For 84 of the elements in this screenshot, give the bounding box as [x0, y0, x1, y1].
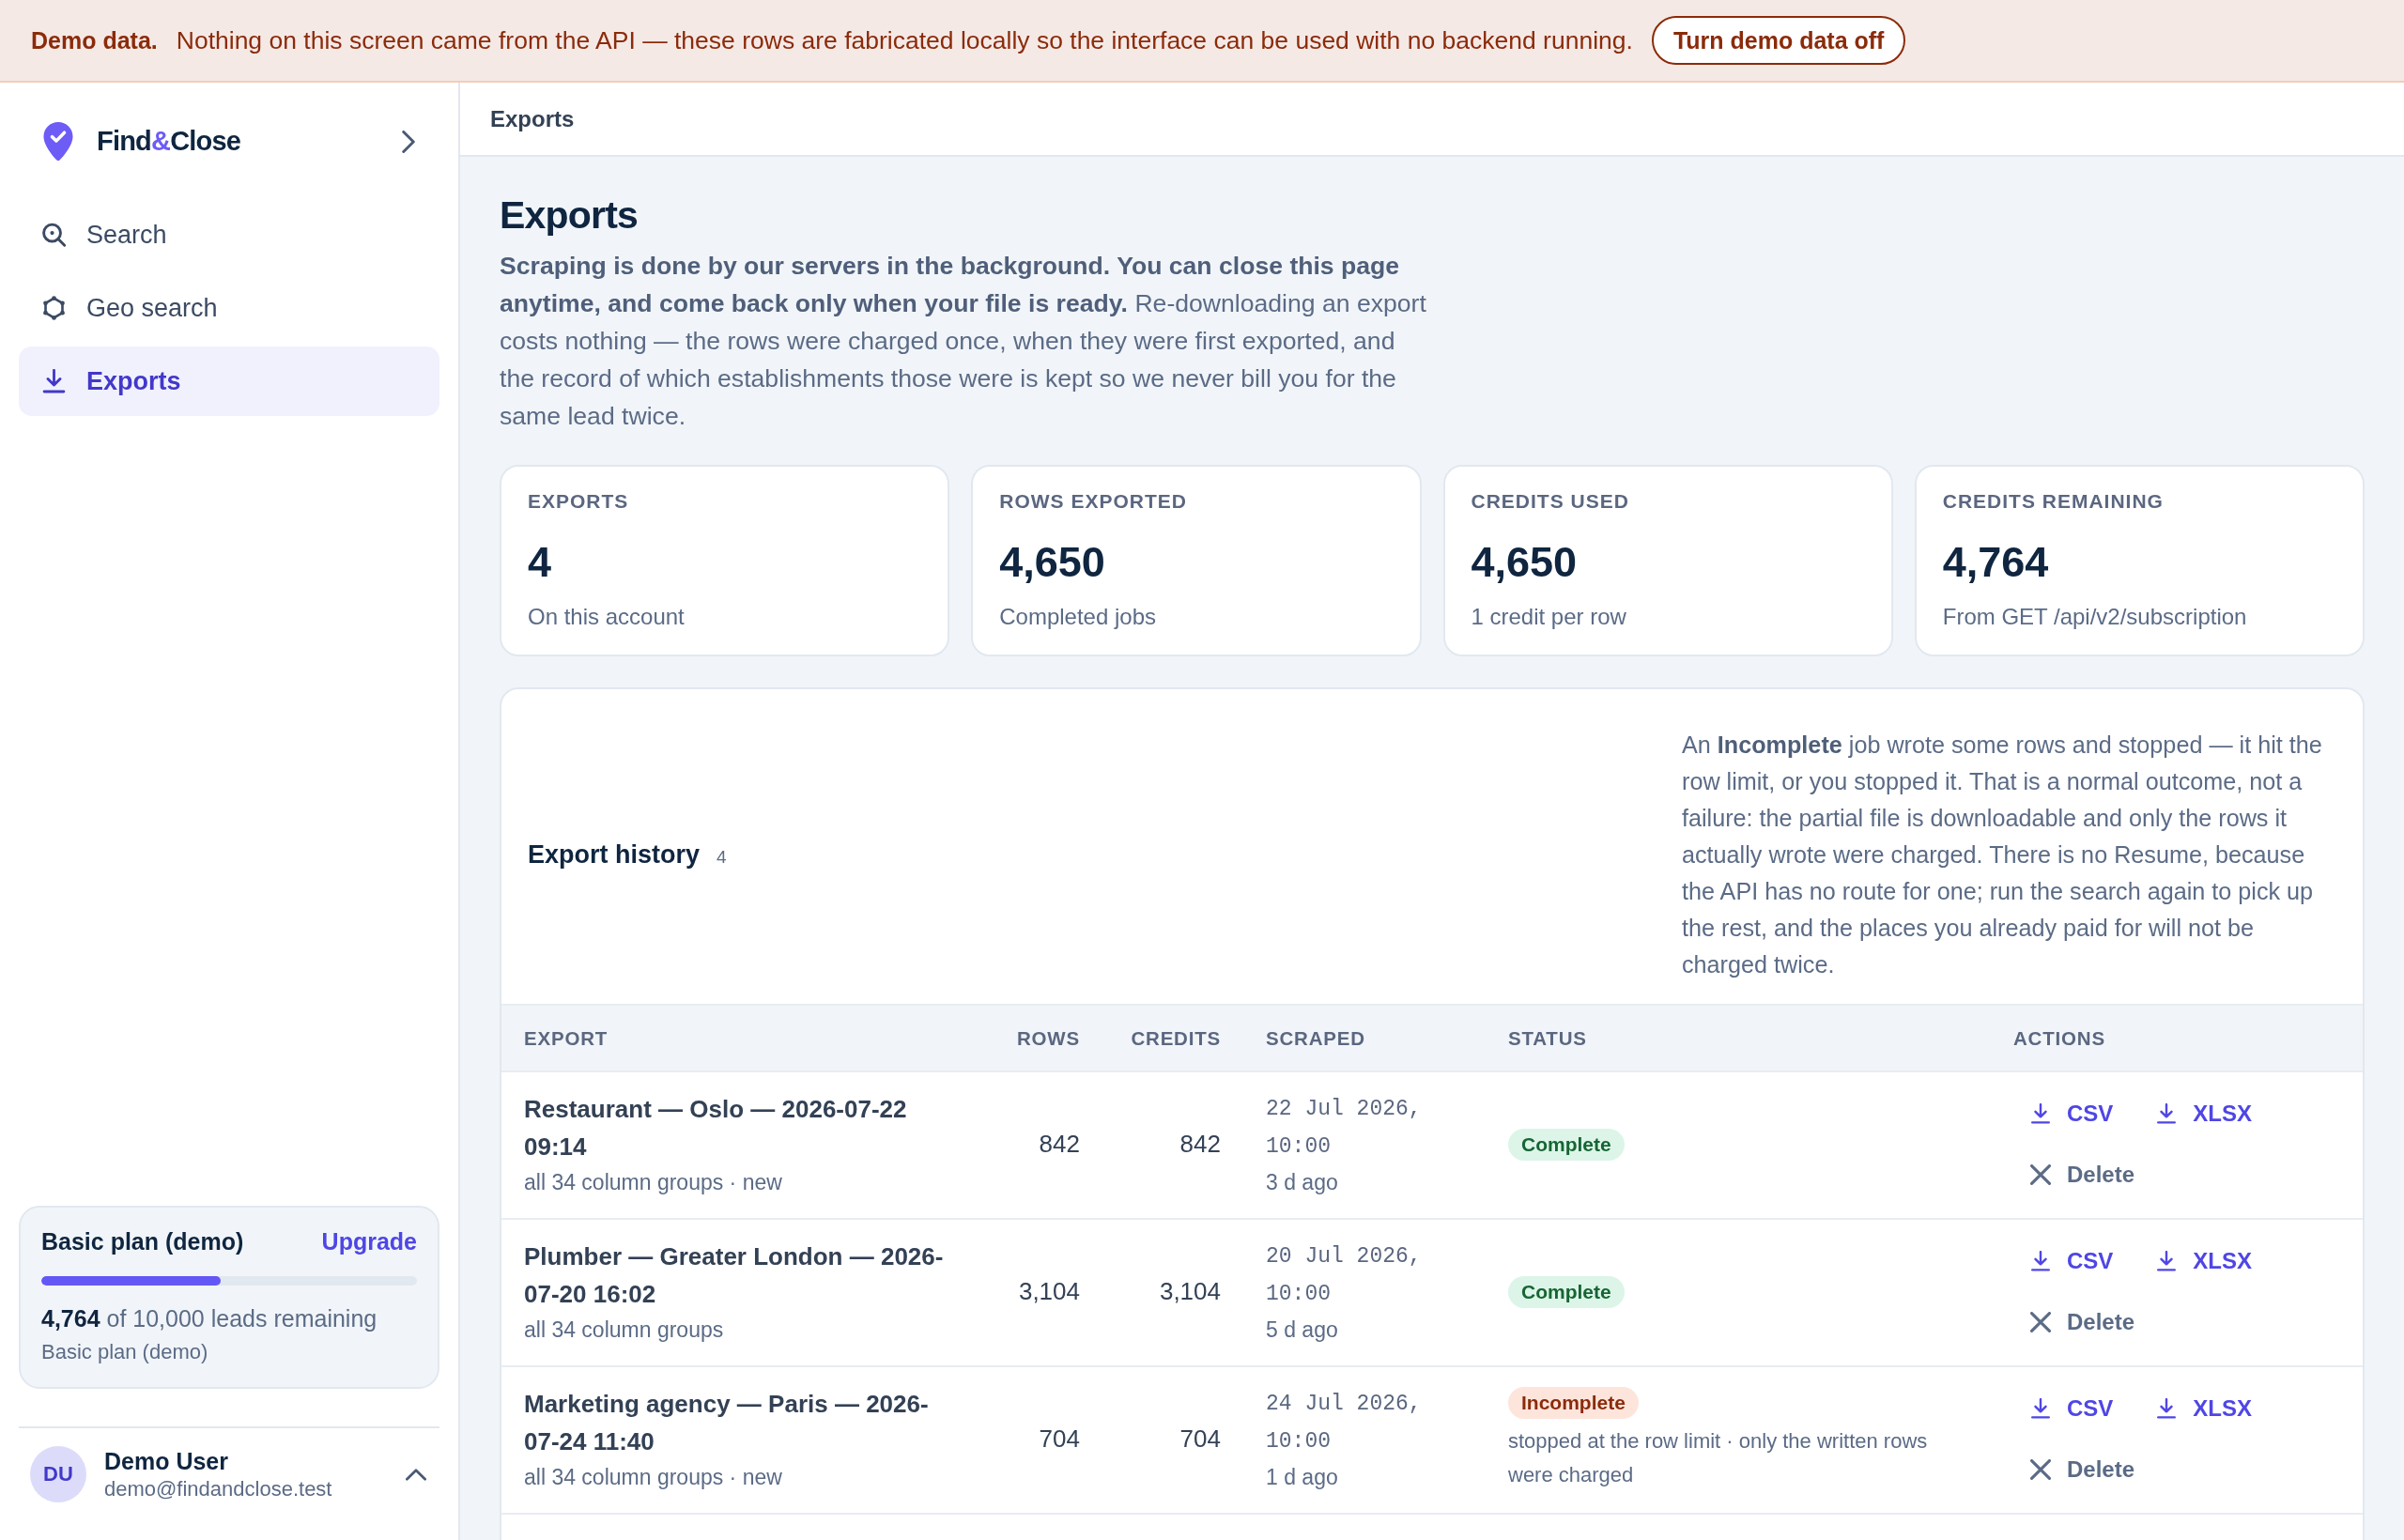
- column-header: ROWS: [1017, 1026, 1080, 1049]
- download-button[interactable]: XLSX: [2139, 1384, 2270, 1433]
- credits-cell: 3,104: [1159, 1277, 1221, 1305]
- stat-note: From GET /api/v2/subscription: [1942, 603, 2248, 631]
- breadcrumb: Exports: [490, 105, 575, 132]
- stat-label: CREDITS REMAINING: [1942, 490, 2165, 513]
- rows-cell: 704: [1039, 1424, 1080, 1453]
- column-header: SCRAPED: [1266, 1026, 1365, 1049]
- rows-cell: 842: [1039, 1130, 1080, 1158]
- download-icon: [2030, 1398, 2051, 1419]
- nav-item[interactable]: Geo search: [19, 273, 439, 343]
- download-icon: [2030, 1103, 2051, 1124]
- export-detail: all 34 column groups: [524, 1316, 724, 1344]
- user-name: Demo User: [104, 1447, 229, 1475]
- search-icon: [42, 223, 66, 247]
- download-icon: [2030, 1251, 2051, 1271]
- stat-label: ROWS EXPORTED: [999, 490, 1188, 513]
- scraped-date: 20 Jul 2026, 10:00: [1266, 1242, 1423, 1308]
- delete-button[interactable]: Delete: [2013, 1150, 2152, 1199]
- incomplete-note: An Incomplete job wrote some rows and stopped — it hit the row limit, or you stopped it. That is a normal outcome, not a failure: the partial file is downloadable and only the rows it actually wrote were charged. There is no Resume, because the API has no route for one; run the search again to pick up the rest, and the places you already paid for will not be charged twice.: [1682, 731, 2323, 979]
- scraped-age: 3 d ago: [1266, 1168, 1338, 1196]
- section-title: Export history: [528, 840, 701, 870]
- cross-icon: [2030, 1164, 2051, 1185]
- leads-remaining: 4,764 of 10,000 leads remaining: [41, 1304, 378, 1333]
- credits-cell: 704: [1179, 1424, 1221, 1453]
- user-email: demo@findandclose.test: [104, 1476, 332, 1502]
- column-header: EXPORT: [524, 1026, 609, 1049]
- scraped-date: 24 Jul 2026, 10:00: [1266, 1390, 1423, 1455]
- demo-toggle-button[interactable]: Turn demo data off: [1651, 16, 1906, 65]
- stat-value: 4,650: [1471, 538, 1579, 587]
- credits-cell: 842: [1179, 1130, 1221, 1158]
- download-button[interactable]: XLSX: [2139, 1237, 2270, 1286]
- export-detail: all 34 column groups · new: [524, 1463, 782, 1491]
- rows-cell: 3,104: [1018, 1277, 1080, 1305]
- download-button[interactable]: CSV: [2013, 1384, 2131, 1433]
- download-button[interactable]: CSV: [2013, 1237, 2131, 1286]
- banner-message: Nothing on this screen came from the API — these rows are fabricated locally so the interface can be used with no backend running.: [176, 25, 1633, 55]
- export-name: Restaurant — Oslo — 2026-07-22 09:14: [524, 1093, 908, 1163]
- page-description: Scraping is done by our servers in the background. You can close this page anytime, and come back only when your file is ready. Re-downloading an export costs nothing — the rows were charged once, when they were first exported, and the record of which establishments those were is kept so we never bill you for the same lead twice.: [500, 251, 1427, 432]
- scraped-age: 5 d ago: [1266, 1316, 1338, 1344]
- export-name: Plumber — Greater London — 2026-07-20 16:02: [524, 1240, 945, 1310]
- download-icon: [2156, 1103, 2178, 1124]
- download-icon: [2156, 1251, 2178, 1271]
- status-note: stopped at the row limit · only the written rows were charged: [1508, 1427, 1929, 1488]
- plan-title: Basic plan (demo): [41, 1228, 244, 1255]
- status-badge: Complete: [1508, 1128, 1625, 1161]
- chevron-right-icon[interactable]: [402, 130, 415, 153]
- cross-icon: [2030, 1459, 2051, 1480]
- history-count: 4: [717, 847, 727, 868]
- hexagon-icon: [42, 296, 66, 320]
- plan-subtitle: Basic plan (demo): [41, 1340, 209, 1364]
- status-badge: Incomplete: [1508, 1386, 1639, 1419]
- upgrade-link[interactable]: Upgrade: [321, 1228, 417, 1255]
- brand-name: Find&Close: [97, 126, 241, 157]
- stat-value: 4,764: [1942, 538, 2050, 587]
- stat-value: 4: [528, 538, 553, 587]
- scraped-age: 1 d ago: [1266, 1463, 1338, 1491]
- stat-label: CREDITS USED: [1471, 490, 1630, 513]
- banner-title: Demo data.: [31, 26, 158, 54]
- status-badge: Complete: [1508, 1275, 1625, 1308]
- delete-button[interactable]: Delete: [2013, 1298, 2152, 1347]
- column-header: CREDITS: [1131, 1026, 1221, 1049]
- export-name: Marketing agency — Paris — 2026-07-24 11:40: [524, 1388, 930, 1457]
- stat-note: Completed jobs: [999, 603, 1157, 631]
- user-avatar[interactable]: DU: [30, 1446, 86, 1502]
- scraped-date: 22 Jul 2026, 10:00: [1266, 1095, 1423, 1161]
- page-title: Exports: [500, 192, 639, 238]
- download-icon: [42, 369, 66, 393]
- stat-note: 1 credit per row: [1471, 603, 1627, 631]
- download-icon: [2156, 1398, 2178, 1419]
- column-header: STATUS: [1508, 1026, 1587, 1049]
- export-detail: all 34 column groups · new: [524, 1168, 782, 1196]
- column-header: ACTIONS: [2013, 1026, 2105, 1049]
- delete-button[interactable]: Delete: [2013, 1445, 2152, 1494]
- stat-label: EXPORTS: [528, 490, 630, 513]
- nav-item[interactable]: Exports: [19, 346, 439, 416]
- download-button[interactable]: CSV: [2013, 1089, 2131, 1138]
- stat-note: On this account: [528, 603, 686, 631]
- cross-icon: [2030, 1312, 2051, 1332]
- stat-value: 4,650: [999, 538, 1106, 587]
- download-button[interactable]: XLSX: [2139, 1089, 2270, 1138]
- chevron-up-icon[interactable]: [406, 1468, 426, 1481]
- map-pin-check-icon: [42, 121, 74, 162]
- nav-item[interactable]: Search: [19, 200, 439, 270]
